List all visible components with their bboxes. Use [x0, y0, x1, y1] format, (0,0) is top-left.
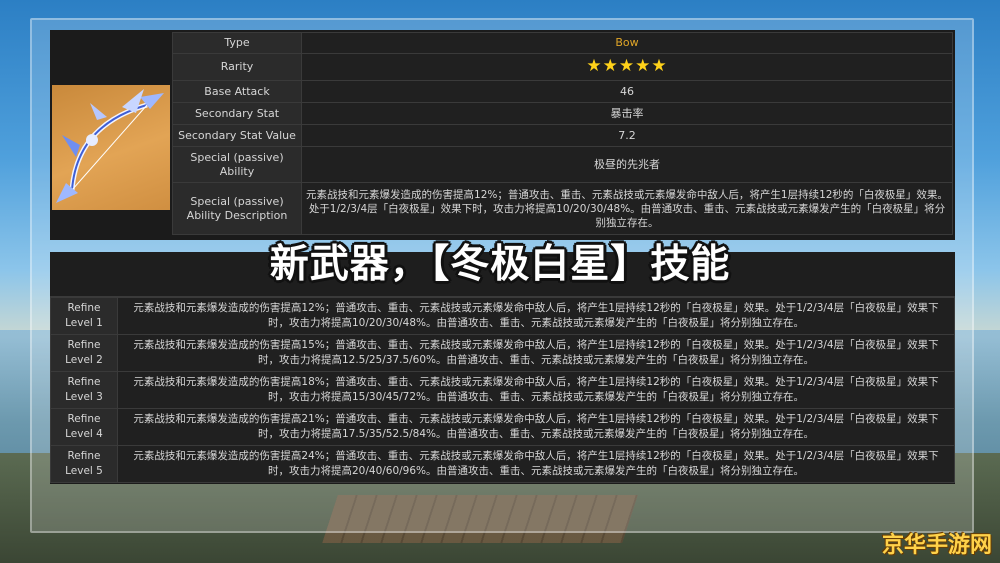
refine-row: Refine Level 4 元素战技和元素爆发造成的伤害提高21%；普通攻击、… — [50, 408, 955, 446]
base-attack-value: 46 — [301, 80, 953, 103]
row-special-ability-description: Special (passive) Ability Description 元素… — [172, 182, 953, 235]
refine-row: Refine Level 1 元素战技和元素爆发造成的伤害提高12%；普通攻击、… — [50, 297, 955, 335]
refine-level-description: 元素战技和元素爆发造成的伤害提高24%；普通攻击、重击、元素战技或元素爆发命中敌… — [117, 445, 955, 483]
refine-level-label: Refine Level 4 — [50, 408, 118, 446]
special-ability-description-label: Special (passive) Ability Description — [172, 182, 302, 235]
special-ability-value: 极昼的先兆者 — [301, 146, 953, 183]
refine-level-label: Refine Level 5 — [50, 445, 118, 483]
secondary-stat-value-label: Secondary Stat Value — [172, 124, 302, 147]
special-ability-label: Special (passive) Ability — [172, 146, 302, 183]
secondary-stat-value-value: 7.2 — [301, 124, 953, 147]
rarity-label: Rarity — [172, 53, 302, 81]
row-secondary-stat: Secondary Stat 暴击率 — [172, 102, 953, 125]
refine-level-description: 元素战技和元素爆发造成的伤害提高21%；普通攻击、重击、元素战技或元素爆发命中敌… — [117, 408, 955, 446]
row-rarity: Rarity ★★★★★ — [172, 53, 953, 81]
refinement-table: Refine Level 1 元素战技和元素爆发造成的伤害提高12%；普通攻击、… — [50, 297, 955, 483]
type-value: Bow — [301, 32, 953, 54]
refine-row: Refine Level 5 元素战技和元素爆发造成的伤害提高24%；普通攻击、… — [50, 445, 955, 483]
type-label: Type — [172, 32, 302, 54]
row-special-ability: Special (passive) Ability 极昼的先兆者 — [172, 146, 953, 183]
bow-icon — [56, 89, 164, 203]
refine-level-description: 元素战技和元素爆发造成的伤害提高15%；普通攻击、重击、元素战技或元素爆发命中敌… — [117, 334, 955, 372]
weapon-stat-table: Type Bow Rarity ★★★★★ Base Attack 46 Sec… — [172, 32, 953, 235]
weapon-image — [52, 85, 170, 210]
refine-level-description: 元素战技和元素爆发造成的伤害提高12%；普通攻击、重击、元素战技或元素爆发命中敌… — [117, 297, 955, 335]
row-base-attack: Base Attack 46 — [172, 80, 953, 103]
weapon-info-card: Type Bow Rarity ★★★★★ Base Attack 46 Sec… — [50, 30, 955, 240]
base-attack-label: Base Attack — [172, 80, 302, 103]
rarity-stars-icon: ★★★★★ — [586, 56, 668, 76]
site-watermark: 京华手游网 — [881, 533, 992, 558]
row-secondary-stat-value: Secondary Stat Value 7.2 — [172, 124, 953, 147]
refine-row: Refine Level 3 元素战技和元素爆发造成的伤害提高18%；普通攻击、… — [50, 371, 955, 409]
row-type: Type Bow — [172, 32, 953, 54]
secondary-stat-value: 暴击率 — [301, 102, 953, 125]
refine-level-description: 元素战技和元素爆发造成的伤害提高18%；普通攻击、重击、元素战技或元素爆发命中敌… — [117, 371, 955, 409]
refine-level-label: Refine Level 1 — [50, 297, 118, 335]
refine-level-label: Refine Level 3 — [50, 371, 118, 409]
refine-row: Refine Level 2 元素战技和元素爆发造成的伤害提高15%；普通攻击、… — [50, 334, 955, 372]
refine-level-label: Refine Level 2 — [50, 334, 118, 372]
secondary-stat-label: Secondary Stat — [172, 102, 302, 125]
special-ability-description-value: 元素战技和元素爆发造成的伤害提高12%；普通攻击、重击、元素战技或元素爆发命中敌… — [301, 182, 953, 235]
overlay-title: 新武器，【冬极白星】技能 — [269, 242, 731, 287]
